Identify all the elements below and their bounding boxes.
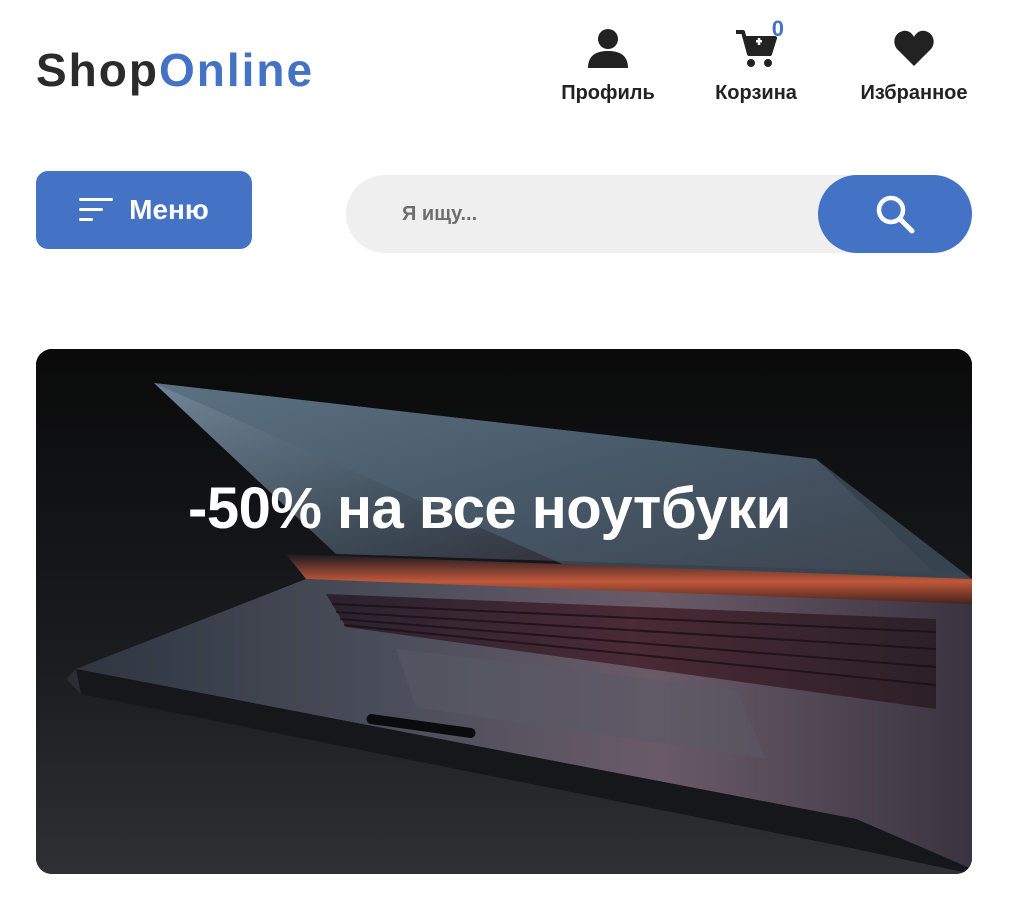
cart-link[interactable]: 0 Корзина	[708, 16, 804, 105]
menu-button-label: Меню	[129, 194, 209, 225]
logo-part-shop: Shop	[36, 44, 159, 96]
cart-count-badge: 0	[771, 16, 784, 41]
search-bar	[346, 175, 972, 253]
page: ShopOnline Профиль 0 Корзина Избранное М…	[0, 0, 1012, 906]
search-icon	[876, 195, 915, 234]
laptop-image	[36, 349, 972, 874]
user-icon	[584, 24, 632, 72]
profile-link[interactable]: Профиль	[560, 24, 656, 105]
search-input[interactable]	[346, 175, 816, 253]
logo-part-online: Online	[158, 44, 315, 96]
menu-lines-icon	[79, 198, 114, 221]
search-button[interactable]	[818, 175, 972, 253]
menu-button[interactable]: Меню	[36, 171, 252, 249]
heart-icon	[890, 24, 938, 72]
profile-label: Профиль	[561, 82, 655, 104]
banner-title: -50% на все ноутбуки	[188, 476, 791, 541]
cart-icon: 0	[732, 16, 784, 72]
favorites-link[interactable]: Избранное	[855, 24, 973, 105]
cart-label: Корзина	[715, 82, 797, 104]
favorites-label: Избранное	[860, 82, 968, 104]
promo-banner[interactable]: -50% на все ноутбуки	[36, 349, 972, 874]
logo[interactable]: ShopOnline	[36, 42, 314, 98]
